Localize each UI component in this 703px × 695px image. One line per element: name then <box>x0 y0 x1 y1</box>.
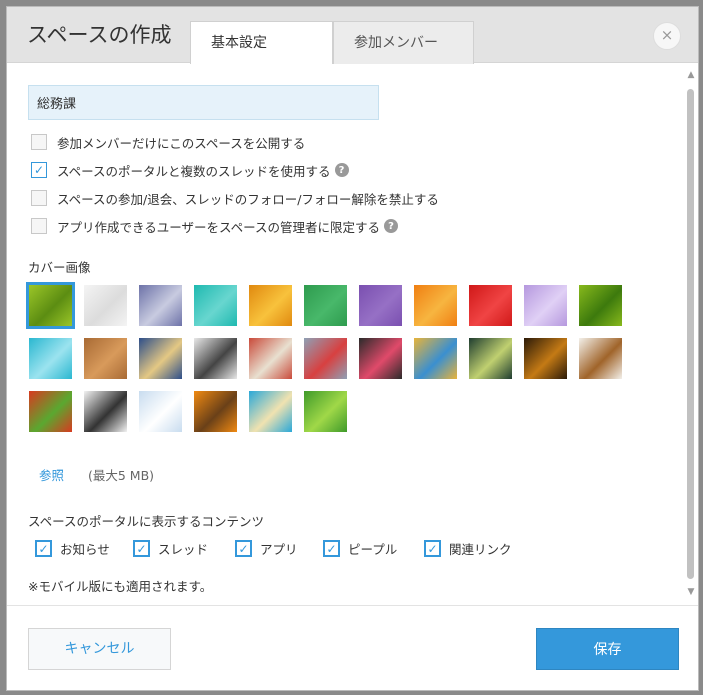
cover-thumb-dark-bokeh[interactable] <box>524 338 567 379</box>
cover-thumb-vegetables[interactable] <box>29 391 72 432</box>
cover-thumb-lilac-flower[interactable] <box>524 285 567 326</box>
mobile-note: ※モバイル版にも適用されます。 <box>28 579 213 594</box>
create-space-dialog: スペースの作成 基本設定 参加メンバー × 参加メンバーだけにこのスペースを公開… <box>6 6 699 691</box>
cover-thumb-bamboo[interactable] <box>304 391 347 432</box>
checkbox[interactable]: ✓ <box>133 540 150 557</box>
space-name-input[interactable] <box>28 85 379 120</box>
option-label: スペースのポータルと複数のスレッドを使用する <box>57 163 331 179</box>
cover-thumb-tropical-beach[interactable] <box>249 391 292 432</box>
cover-thumb-books-stack[interactable] <box>249 338 292 379</box>
portal-item-apps[interactable]: ✓ アプリ <box>235 539 298 558</box>
portal-item-announcements[interactable]: ✓ お知らせ <box>35 539 110 558</box>
browse-link[interactable]: 参照 <box>39 465 64 484</box>
dialog-header: スペースの作成 基本設定 参加メンバー × <box>7 7 698 64</box>
cover-thumb-compass[interactable] <box>194 338 237 379</box>
cover-thumb-teal-blocks[interactable] <box>29 338 72 379</box>
portal-item-label: スレッド <box>158 542 209 557</box>
option-use-portal-and-threads[interactable]: ✓ スペースのポータルと複数のスレッドを使用する ? <box>31 160 349 180</box>
scroll-up-arrow-icon[interactable]: ▲ <box>686 70 696 80</box>
portal-contents-label: スペースのポータルに表示するコンテンツ <box>28 514 265 529</box>
scroll-down-arrow-icon[interactable]: ▼ <box>686 587 696 597</box>
portal-item-label: お知らせ <box>60 542 110 557</box>
cover-thumb-desk-items[interactable] <box>304 338 347 379</box>
cover-thumb-green-abstract[interactable] <box>26 282 75 329</box>
dialog-title: スペースの作成 <box>27 23 172 47</box>
cover-thumb-blue-gradient[interactable] <box>139 285 182 326</box>
checkbox[interactable]: ✓ <box>323 540 340 557</box>
option-prohibit-join-leave[interactable]: スペースの参加/退会、スレッドのフォロー/フォロー解除を禁止する <box>31 188 439 208</box>
cover-thumb-white-geometric[interactable] <box>84 285 127 326</box>
cover-thumb-lightbulb-sketch[interactable] <box>469 338 512 379</box>
cover-thumb-red-rose[interactable] <box>469 285 512 326</box>
checkbox[interactable] <box>31 218 47 234</box>
cover-thumb-chalkboard-doodles[interactable] <box>359 338 402 379</box>
scrollbar-thumb[interactable] <box>687 89 694 579</box>
dialog-footer: キャンセル 保存 <box>7 605 698 690</box>
cover-image-label: カバー画像 <box>28 260 91 275</box>
portal-item-related-links[interactable]: ✓ 関連リンク <box>424 539 512 558</box>
cover-thumb-mosaic-tiles[interactable] <box>139 338 182 379</box>
cover-thumb-green-leaf[interactable] <box>579 285 622 326</box>
save-button[interactable]: 保存 <box>536 628 679 670</box>
cover-thumb-teal-water[interactable] <box>194 285 237 326</box>
dialog-body: 参加メンバーだけにこのスペースを公開する ✓ スペースのポータルと複数のスレッド… <box>7 63 682 605</box>
cover-thumb-orange-texture[interactable] <box>249 285 292 326</box>
cover-thumb-latte-art[interactable] <box>579 338 622 379</box>
portal-item-label: ピープル <box>348 542 398 557</box>
portal-item-people[interactable]: ✓ ピープル <box>323 539 397 558</box>
checkbox[interactable]: ✓ <box>31 162 47 178</box>
option-public-to-members-only[interactable]: 参加メンバーだけにこのスペースを公開する <box>31 132 305 152</box>
tab-members[interactable]: 参加メンバー <box>333 21 474 64</box>
option-limit-app-creation-to-admins[interactable]: アプリ作成できるユーザーをスペースの管理者に限定する ? <box>31 216 399 236</box>
cancel-button[interactable]: キャンセル <box>28 628 171 670</box>
cover-thumb-wood-parquet[interactable] <box>84 338 127 379</box>
cover-thumb-snowy-trees[interactable] <box>139 391 182 432</box>
cover-thumb-oranges[interactable] <box>194 391 237 432</box>
option-label: スペースの参加/退会、スレッドのフォロー/フォロー解除を禁止する <box>57 191 439 207</box>
checkbox[interactable]: ✓ <box>35 540 52 557</box>
max-size-note: (最大5 MB) <box>88 468 155 483</box>
option-label: 参加メンバーだけにこのスペースを公開する <box>57 135 306 151</box>
checkbox[interactable] <box>31 190 47 206</box>
checkbox[interactable] <box>31 134 47 150</box>
checkbox[interactable]: ✓ <box>235 540 252 557</box>
close-icon[interactable]: × <box>653 22 681 50</box>
option-label: アプリ作成できるユーザーをスペースの管理者に限定する <box>57 219 381 235</box>
cover-thumb-colored-pencils[interactable] <box>414 338 457 379</box>
portal-item-threads[interactable]: ✓ スレッド <box>133 539 208 558</box>
help-icon[interactable]: ? <box>384 219 399 233</box>
portal-item-label: 関連リンク <box>449 542 512 557</box>
help-icon[interactable]: ? <box>334 163 349 177</box>
tab-basic-settings[interactable]: 基本設定 <box>190 21 333 64</box>
cover-thumb-cat-peeking[interactable] <box>84 391 127 432</box>
checkbox[interactable]: ✓ <box>424 540 441 557</box>
portal-item-label: アプリ <box>260 542 298 557</box>
cover-thumb-green-paper[interactable] <box>304 285 347 326</box>
cover-thumb-orange-flowers[interactable] <box>414 285 457 326</box>
cover-thumb-purple-paper[interactable] <box>359 285 402 326</box>
